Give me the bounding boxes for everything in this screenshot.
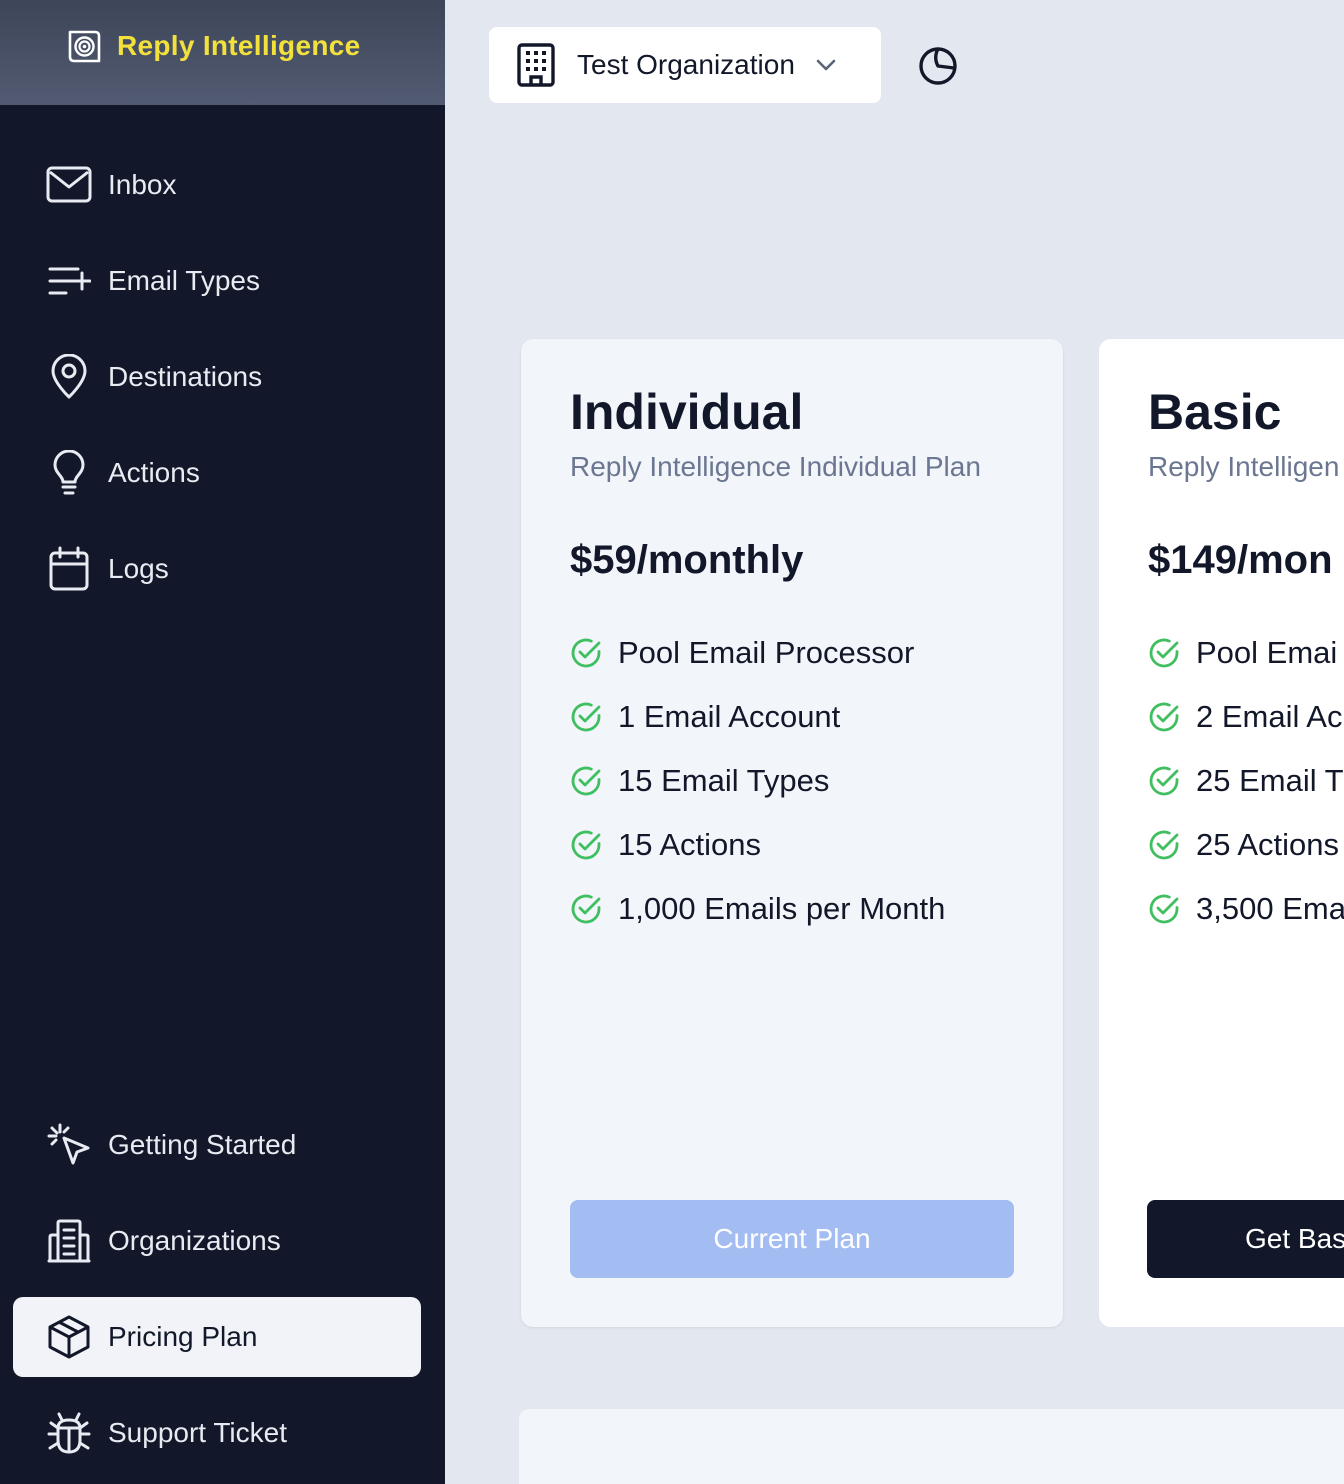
building-icon [46,1218,92,1264]
sidebar-item-email-types[interactable]: Email Types [13,241,421,321]
sidebar-item-label: Support Ticket [108,1417,287,1448]
feature-item: 25 Email T [1148,749,1344,813]
feature-item: 1,000 Emails per Month [570,877,1063,941]
organization-name: Test Organization [577,49,795,80]
sidebar-item-inbox[interactable]: Inbox [13,145,421,225]
check-circle-icon [571,830,601,860]
sidebar-item-label: Actions [108,457,200,488]
organization-selector[interactable]: Test Organization [489,27,881,103]
feature-item: 2 Email Ac [1148,685,1344,749]
check-circle-icon [1149,894,1179,924]
sidebar-item-label: Inbox [108,169,177,200]
sidebar-item-getting-started[interactable]: Getting Started [13,1105,421,1185]
check-circle-icon [571,702,601,732]
building-icon [517,43,555,87]
check-circle-icon [1149,638,1179,668]
feature-item: 15 Actions [570,813,1063,877]
feature-text: 2 Email Ac [1196,699,1343,734]
get-basic-button[interactable]: Get Bas [1147,1200,1344,1278]
feature-text: Pool Email Processor [618,635,915,670]
plan-card-individual: Individual Reply Intelligence Individual… [521,339,1063,1327]
sidebar-item-organizations[interactable]: Organizations [13,1201,421,1281]
brand-name: Reply Intelligence [117,30,361,61]
plan-name: Individual [570,384,804,440]
feature-item: Pool Email Processor [570,621,1063,685]
plan-price: $149/mon [1148,538,1333,582]
map-pin-icon [46,354,92,400]
feature-item: 3,500 Ema [1148,877,1344,941]
plan-description: Reply Intelligence Individual Plan [570,451,981,482]
chevron-down-icon [816,59,836,71]
feature-text: 15 Actions [618,827,762,862]
feature-list: Pool Emai 2 Email Ac 25 Email T 25 Actio… [1148,621,1344,941]
feature-item: 1 Email Account [570,685,1063,749]
half-moon-icon[interactable] [916,44,960,88]
sidebar-item-label: Organizations [108,1225,281,1256]
sidebar-item-label: Logs [108,553,169,584]
feature-item: Pool Emai [1148,621,1344,685]
feature-text: 1 Email Account [618,699,841,734]
sidebar-item-pricing-plan[interactable]: Pricing Plan [13,1297,421,1377]
check-circle-icon [1149,766,1179,796]
check-circle-icon [1149,830,1179,860]
sidebar-item-support-ticket[interactable]: Support Ticket [13,1393,421,1473]
plan-description: Reply Intelligen [1148,451,1340,482]
list-plus-icon [46,258,92,304]
brand-header[interactable]: Reply Intelligence [0,0,445,105]
check-circle-icon [571,638,601,668]
sidebar: Reply Intelligence Inbox Email Types Des… [0,0,445,1484]
package-icon [46,1314,92,1360]
cursor-click-icon [46,1122,92,1168]
mail-icon [46,162,92,208]
sidebar-item-logs[interactable]: Logs [13,529,421,609]
feature-item: 25 Actions [1148,813,1344,877]
check-circle-icon [1149,702,1179,732]
feature-text: 25 Actions [1196,827,1340,862]
feature-text: 1,000 Emails per Month [618,891,946,926]
bug-icon [46,1410,92,1456]
feature-item: 15 Email Types [570,749,1063,813]
sidebar-item-label: Getting Started [108,1129,297,1160]
lightbulb-icon [46,450,92,496]
sidebar-item-label: Email Types [108,265,260,296]
plan-price: $59/monthly [570,538,804,582]
current-plan-button[interactable]: Current Plan [570,1200,1014,1278]
bottom-panel [519,1409,1344,1484]
feature-text: 25 Email T [1196,763,1344,798]
plan-card-basic: Basic Reply Intelligen $149/mon Pool Ema… [1099,339,1344,1327]
sidebar-item-actions[interactable]: Actions [13,433,421,513]
check-circle-icon [571,766,601,796]
sidebar-item-destinations[interactable]: Destinations [13,337,421,417]
feature-text: Pool Emai [1196,635,1338,670]
calendar-icon [46,546,92,592]
sidebar-item-label: Pricing Plan [108,1321,258,1352]
feature-list: Pool Email Processor 1 Email Account 15 … [570,621,1063,941]
feature-text: 3,500 Ema [1196,891,1344,926]
plan-name: Basic [1148,384,1282,440]
feature-text: 15 Email Types [618,763,830,798]
sidebar-item-label: Destinations [108,361,263,392]
check-circle-icon [571,894,601,924]
logo-icon [68,30,101,63]
